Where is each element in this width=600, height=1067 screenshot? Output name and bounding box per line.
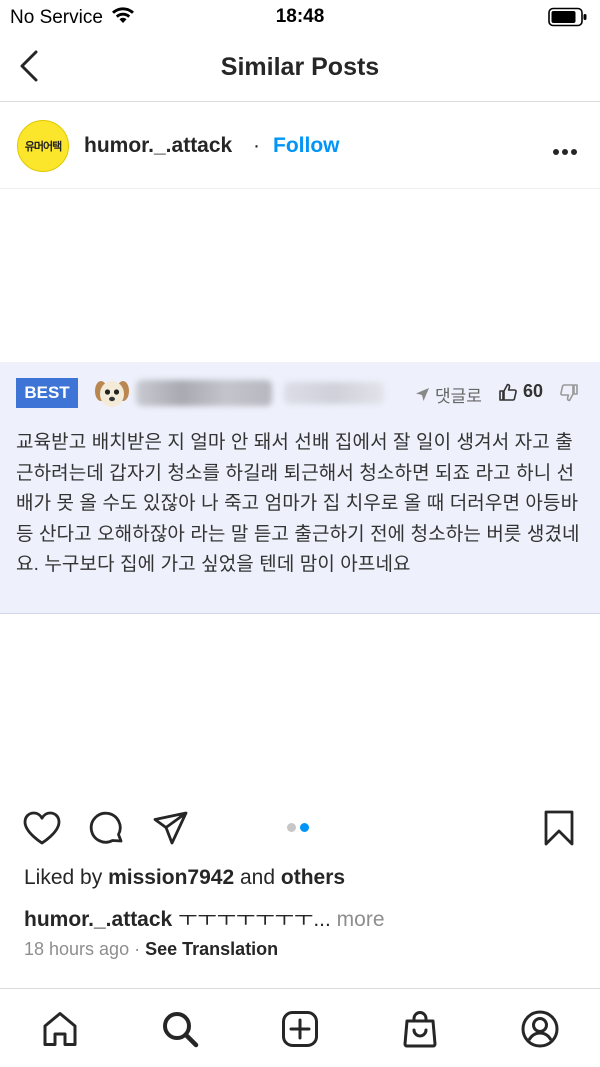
comment-icon[interactable] bbox=[88, 810, 126, 853]
share-icon[interactable] bbox=[152, 810, 190, 851]
see-translation-link[interactable]: See Translation bbox=[145, 939, 278, 959]
time-ago: 18 hours ago bbox=[24, 939, 130, 959]
like-count: 60 bbox=[498, 381, 543, 402]
like-count-value: 60 bbox=[523, 381, 544, 401]
profile-icon[interactable] bbox=[520, 1009, 560, 1049]
caption-more-link[interactable]: more bbox=[337, 908, 385, 931]
carousel-dot bbox=[287, 823, 296, 832]
liked-by: Liked by mission7942 and others bbox=[24, 866, 345, 890]
search-icon[interactable] bbox=[160, 1009, 200, 1049]
liked-by-prefix: Liked by bbox=[24, 866, 103, 889]
reply-link: 댓글로 bbox=[414, 382, 482, 407]
carousel-dot-active bbox=[300, 823, 309, 832]
battery-icon bbox=[548, 7, 588, 27]
caption-text: ㅜㅜㅜㅜㅜㅜㅜ... bbox=[178, 908, 331, 931]
post-meta: 18 hours ago · See Translation bbox=[24, 939, 278, 960]
status-bar: No Service 18:48 bbox=[0, 0, 600, 34]
more-dots-icon[interactable] bbox=[552, 143, 578, 155]
avatar-text: 유머어택 bbox=[24, 141, 62, 153]
liked-by-others[interactable]: others bbox=[281, 866, 345, 889]
shop-icon[interactable] bbox=[400, 1009, 440, 1049]
heart-icon[interactable] bbox=[22, 810, 62, 851]
bookmark-icon[interactable] bbox=[543, 810, 575, 851]
carousel-dots bbox=[287, 823, 313, 832]
comment-card: BEST 댓글로 60 교육받고 배치받은 지 얼마 안 돼서 선배 집에서 잘… bbox=[0, 362, 600, 614]
add-icon[interactable] bbox=[280, 1009, 320, 1049]
post-image[interactable]: BEST 댓글로 60 교육받고 배치받은 지 얼마 안 돼서 선배 집에서 잘… bbox=[0, 190, 600, 790]
avatar[interactable]: 유머어택 bbox=[17, 120, 69, 172]
dog-avatar-icon bbox=[94, 376, 130, 410]
blurred-meta bbox=[284, 382, 384, 404]
blurred-username bbox=[136, 380, 272, 406]
thumbs-up-icon bbox=[499, 383, 517, 401]
post-username[interactable]: humor._.attack bbox=[84, 134, 232, 158]
post-header: 유머어택 humor._.attack · Follow bbox=[0, 103, 600, 189]
clock: 18:48 bbox=[275, 6, 325, 27]
send-arrow-icon bbox=[416, 388, 429, 401]
caption: humor._.attack ㅜㅜㅜㅜㅜㅜㅜ... more bbox=[24, 903, 385, 933]
home-icon[interactable] bbox=[40, 1009, 80, 1049]
meta-dot: · bbox=[134, 939, 141, 959]
action-row bbox=[0, 806, 600, 850]
best-badge: BEST bbox=[16, 378, 78, 408]
liked-by-middle: and bbox=[239, 866, 276, 889]
separator-dot: · bbox=[253, 134, 260, 157]
page-title: Similar Posts bbox=[220, 53, 380, 81]
follow-button[interactable]: Follow bbox=[273, 134, 340, 158]
thumbs-down-icon bbox=[559, 383, 579, 408]
comment-text: 교육받고 배치받은 지 얼마 안 돼서 선배 집에서 잘 일이 생겨서 자고 출… bbox=[16, 432, 580, 575]
reply-label: 댓글로 bbox=[435, 387, 482, 406]
caption-username[interactable]: humor._.attack bbox=[24, 908, 172, 931]
nav-bar: Similar Posts bbox=[0, 34, 600, 102]
tab-bar bbox=[0, 988, 600, 1067]
liked-by-user[interactable]: mission7942 bbox=[108, 866, 234, 889]
